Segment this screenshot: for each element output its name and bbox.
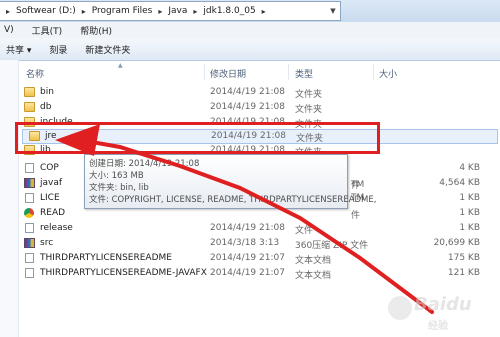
annotation-arrow-icon bbox=[55, 124, 434, 314]
baidu-watermark: Baidu 经验 bbox=[386, 290, 498, 334]
baidu-paw-icon bbox=[388, 296, 412, 320]
watermark-brand: Baidu bbox=[414, 294, 472, 315]
watermark-sub: 经验 bbox=[428, 321, 448, 332]
